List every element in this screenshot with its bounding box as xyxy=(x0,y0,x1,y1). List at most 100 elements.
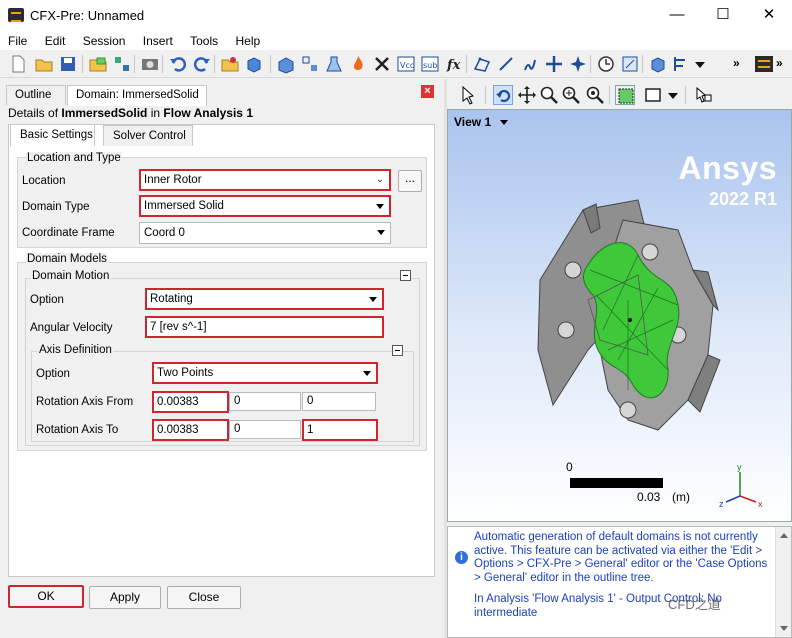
motion-option-label: Option xyxy=(30,294,64,306)
close-window-button[interactable]: ✕ xyxy=(746,0,792,32)
menu-session[interactable]: Session xyxy=(75,32,132,48)
coordinate-frame-select[interactable]: Coord 0 xyxy=(139,222,391,244)
toolbar-overflow-icon[interactable]: » xyxy=(733,56,740,70)
scroll-up-icon[interactable] xyxy=(780,533,788,538)
undo-icon[interactable] xyxy=(168,54,188,74)
location-and-type-title: Location and Type xyxy=(26,152,122,164)
axis-z-label: z xyxy=(719,499,724,508)
message-scrollbar[interactable] xyxy=(775,527,791,637)
ansys-workbench-icon[interactable] xyxy=(754,54,774,74)
subroutine-icon[interactable]: sub xyxy=(420,54,440,74)
rotation-axis-from-y[interactable]: 0 xyxy=(229,392,301,411)
viewport-dropdown-icon[interactable] xyxy=(663,85,683,105)
fit-view-icon[interactable] xyxy=(585,85,605,105)
line-icon[interactable] xyxy=(496,54,516,74)
clock-icon[interactable] xyxy=(596,54,616,74)
menu-tools[interactable]: Tools xyxy=(182,32,224,48)
apply-button[interactable]: Apply xyxy=(89,586,161,609)
maximize-button[interactable]: ☐ xyxy=(700,0,746,32)
cube-icon[interactable] xyxy=(244,54,264,74)
cfx-app-icon xyxy=(8,8,24,22)
save-icon[interactable] xyxy=(58,54,78,74)
menu-edit[interactable]: Edit xyxy=(37,32,72,48)
3d-viewport[interactable]: View 1 Ansys 2022 R1 0 0.03 (m) y x z xyxy=(447,109,792,522)
highlight-icon[interactable] xyxy=(615,85,635,105)
main-toolbar: Vcc sub fx » » xyxy=(0,50,792,78)
close-tab-icon[interactable]: × xyxy=(421,85,434,98)
svg-text:Vcc: Vcc xyxy=(400,61,414,70)
select-pointer-icon[interactable] xyxy=(459,85,479,105)
new-file-icon[interactable] xyxy=(8,54,28,74)
domain-type-select[interactable]: Immersed Solid xyxy=(139,195,391,217)
menu-help[interactable]: Help xyxy=(227,32,266,48)
rotation-axis-from-z[interactable]: 0 xyxy=(302,392,376,411)
tab-domain-immersedsolid[interactable]: Domain: ImmersedSolid xyxy=(67,85,207,106)
location-select[interactable]: Inner Rotor ⌄ xyxy=(139,169,391,191)
domain-motion-title: Domain Motion xyxy=(31,270,111,282)
location-value: Inner Rotor xyxy=(144,174,202,186)
user-variable-icon[interactable]: Vcc xyxy=(396,54,416,74)
probe-icon[interactable] xyxy=(693,85,713,105)
open-folder-icon[interactable] xyxy=(34,54,54,74)
coordinate-frame-value: Coord 0 xyxy=(144,227,185,239)
rotation-axis-to-y[interactable]: 0 xyxy=(229,420,301,439)
rotation-axis-to-x[interactable]: 0.00383 xyxy=(152,419,229,441)
svg-text:sub: sub xyxy=(423,61,437,70)
info-icon: i xyxy=(455,551,468,564)
solid-view-icon[interactable] xyxy=(648,54,668,74)
axis-definition-title: Axis Definition xyxy=(38,344,113,356)
rotation-axis-to-z[interactable]: 1 xyxy=(302,419,378,441)
pan-icon[interactable] xyxy=(517,85,537,105)
domain-type-label: Domain Type xyxy=(22,201,90,213)
tab-basic-settings[interactable]: Basic Settings xyxy=(10,124,95,146)
ok-button[interactable]: OK xyxy=(8,585,84,608)
expression-icon[interactable]: fx xyxy=(444,54,464,74)
domain-type-value: Immersed Solid xyxy=(144,200,224,212)
import-mesh-icon[interactable] xyxy=(88,54,108,74)
source-flame-icon[interactable] xyxy=(348,54,368,74)
monitor-points-icon[interactable] xyxy=(544,54,564,74)
menu-bar: File Edit Session Insert Tools Help xyxy=(0,32,792,50)
subdomain-icon[interactable] xyxy=(324,54,344,74)
scroll-down-icon[interactable] xyxy=(780,626,788,631)
tab-solver-control[interactable]: Solver Control xyxy=(103,125,193,146)
toolbar-dropdown-icon[interactable] xyxy=(690,54,710,74)
message-panel: i Automatic generation of default domain… xyxy=(447,526,792,638)
zoom-icon[interactable] xyxy=(539,85,559,105)
tab-outline[interactable]: Outline xyxy=(6,85,66,105)
run-definition-icon[interactable] xyxy=(620,54,640,74)
redo-icon[interactable] xyxy=(192,54,212,74)
domain-icon[interactable] xyxy=(276,54,296,74)
collapse-axis-definition-icon[interactable] xyxy=(392,345,403,356)
collapse-domain-motion-icon[interactable] xyxy=(400,270,411,281)
rotate-icon[interactable] xyxy=(493,85,513,105)
close-button[interactable]: Close xyxy=(167,586,241,609)
details-parent: Flow Analysis 1 xyxy=(163,106,253,120)
rotation-axis-from-x[interactable]: 0.00383 xyxy=(152,391,229,413)
boundary-icon[interactable] xyxy=(300,54,320,74)
zoom-box-icon[interactable] xyxy=(561,85,581,105)
motion-option-select[interactable]: Rotating xyxy=(145,288,384,310)
axis-y-label: y xyxy=(737,462,742,472)
view-selector[interactable]: View 1 xyxy=(454,115,509,129)
details-middle: in xyxy=(147,106,164,120)
import-geometry-icon[interactable] xyxy=(220,54,240,74)
solver-control-icon[interactable] xyxy=(520,54,540,74)
interface-icon[interactable] xyxy=(372,54,392,74)
rotation-axis-to-label: Rotation Axis To xyxy=(36,424,119,436)
viewport-layout-icon[interactable] xyxy=(643,85,663,105)
dropdown-arrow-icon xyxy=(363,371,371,376)
render-options-icon[interactable] xyxy=(670,54,690,74)
location-browse-button[interactable]: ... xyxy=(398,170,422,192)
viewer-panel: View 1 Ansys 2022 R1 0 0.03 (m) y x z i … xyxy=(447,79,792,638)
menu-insert[interactable]: Insert xyxy=(135,32,179,48)
axis-option-select[interactable]: Two Points xyxy=(152,362,378,384)
mesh-adapt-icon[interactable] xyxy=(472,54,492,74)
toolbar-overflow-icon-2[interactable]: » xyxy=(776,56,783,70)
menu-file[interactable]: File xyxy=(0,32,33,48)
mesh-icon[interactable] xyxy=(112,54,132,74)
angular-velocity-input[interactable]: 7 [rev s^-1] xyxy=(145,316,384,338)
screenshot-icon[interactable] xyxy=(140,54,160,74)
minimize-button[interactable]: — xyxy=(654,0,700,32)
output-control-icon[interactable] xyxy=(568,54,588,74)
